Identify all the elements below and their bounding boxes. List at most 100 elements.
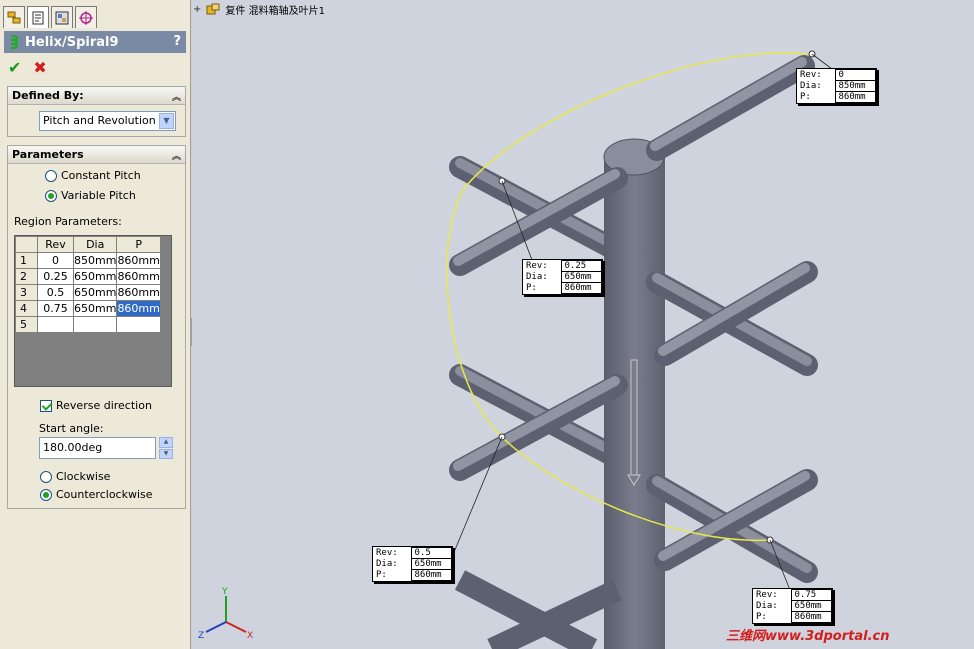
callout-p-value[interactable]: 860mm (834, 91, 876, 103)
callout-table: Rev: 0.5 Dia: 650mm P: 860mm (373, 547, 452, 581)
feature-tree-icon (7, 11, 21, 23)
feature-tree-root[interactable]: + 复件 混料箱轴及叶片1 (193, 2, 325, 17)
start-angle-spinner[interactable]: ▲ ▼ (159, 437, 173, 459)
collapse-icon[interactable]: ︽ (172, 90, 181, 103)
row-number[interactable]: 5 (15, 316, 38, 333)
rod-right-upper (646, 261, 818, 376)
row-number[interactable]: 2 (15, 268, 38, 285)
helix-icon (10, 35, 18, 49)
callout-p-value[interactable]: 860mm (790, 611, 832, 623)
callout-dia-label: Dia: (756, 601, 778, 611)
column-header-rev: Rev (37, 236, 74, 253)
leader-line (811, 53, 833, 70)
cell-dia[interactable]: 650mm (72, 300, 118, 317)
region-parameters-label: Region Parameters: (14, 215, 122, 228)
cell-p[interactable]: 860mm (116, 284, 161, 301)
defined-by-select[interactable]: Pitch and Revolution ▼ (39, 111, 176, 131)
callout-dia-label: Dia: (376, 559, 398, 569)
region-table: Rev Dia P 1 0 850mm 860mm 2 0.25 650mm 8… (15, 236, 161, 333)
tab-property-manager[interactable] (27, 6, 49, 28)
callout-rev-value[interactable]: 0 (834, 69, 876, 81)
cell-dia[interactable]: 850mm (72, 252, 118, 269)
help-button[interactable]: ? (173, 34, 181, 49)
rod-right-lower (646, 469, 818, 583)
constant-pitch-option[interactable]: Constant Pitch (45, 169, 141, 182)
cell-rev[interactable] (37, 316, 74, 333)
row-number[interactable]: 4 (15, 300, 38, 317)
tab-dimxpert[interactable] (75, 6, 97, 28)
constant-pitch-label: Constant Pitch (61, 169, 141, 182)
feature-title-bar: Helix/Spiral9 ? (4, 31, 186, 53)
region-parameters-grid: Rev Dia P 1 0 850mm 860mm 2 0.25 650mm 8… (14, 235, 172, 387)
triad-x-label: X (247, 631, 253, 641)
callout-rev-value[interactable]: 0.5 (410, 547, 452, 559)
cell-dia[interactable]: 650mm (72, 268, 118, 285)
counterclockwise-label: Counterclockwise (56, 488, 153, 501)
manager-tabs (3, 6, 97, 28)
callout-point-2[interactable]: Rev: 0.5 Dia: 650mm P: 860mm (372, 546, 453, 582)
cell-dia[interactable] (72, 316, 118, 333)
callout-dia-value[interactable]: 650mm (410, 558, 452, 570)
variable-pitch-radio[interactable] (45, 189, 57, 202)
start-angle-input[interactable]: 180.00deg (39, 437, 156, 459)
reverse-direction-checkbox[interactable] (40, 399, 52, 412)
spin-down-icon[interactable]: ▼ (159, 448, 173, 459)
callout-dia-value[interactable]: 850mm (834, 80, 876, 92)
ok-check-icon[interactable]: ✔ (8, 58, 21, 77)
cancel-x-icon[interactable]: ✖ (33, 58, 46, 77)
collapse-icon[interactable]: ︽ (172, 149, 181, 162)
variable-pitch-label: Variable Pitch (61, 189, 136, 202)
callout-point-3[interactable]: Rev: 0.75 Dia: 650mm P: 860mm (752, 588, 833, 624)
start-angle-label: Start angle: (39, 422, 104, 435)
cell-rev[interactable]: 0 (37, 252, 74, 269)
table-row: 1 0 850mm 860mm (15, 252, 161, 269)
callout-rev-value[interactable]: 0.75 (790, 589, 832, 601)
cell-p[interactable]: 860mm (116, 300, 161, 317)
clockwise-option[interactable]: Clockwise (40, 470, 110, 483)
row-number[interactable]: 3 (15, 284, 38, 301)
coordinate-triad: Y X Z (198, 587, 253, 641)
defined-by-title[interactable]: Defined By: ︽ (8, 87, 185, 105)
spin-up-icon[interactable]: ▲ (159, 437, 173, 448)
callout-dia-value[interactable]: 650mm (790, 600, 832, 612)
callout-dia-value[interactable]: 650mm (560, 271, 602, 283)
tab-configuration-manager[interactable] (51, 6, 73, 28)
corner-cell (15, 236, 38, 253)
cell-p[interactable]: 860mm (116, 252, 161, 269)
triad-y-label: Y (221, 587, 228, 597)
parameters-label: Parameters (12, 148, 84, 161)
row-number[interactable]: 1 (15, 252, 38, 269)
callout-p-value[interactable]: 860mm (410, 569, 452, 581)
constant-pitch-radio[interactable] (45, 169, 57, 182)
defined-by-value: Pitch and Revolution (43, 114, 156, 127)
callout-rev-value[interactable]: 0.25 (560, 260, 602, 272)
cell-p[interactable] (116, 316, 161, 333)
table-header-row: Rev Dia P (15, 236, 161, 253)
callout-table: Rev: 0.75 Dia: 650mm P: 860mm (753, 589, 832, 623)
reverse-direction-option[interactable]: Reverse direction (40, 399, 152, 412)
cell-rev[interactable]: 0.5 (37, 284, 74, 301)
crosshair-icon (79, 10, 93, 25)
cell-dia[interactable]: 650mm (72, 284, 118, 301)
reverse-direction-label: Reverse direction (56, 399, 152, 412)
parameters-title[interactable]: Parameters ︽ (8, 146, 185, 164)
callout-point-0[interactable]: Rev: 0 Dia: 850mm P: 860mm (796, 68, 877, 104)
clockwise-radio[interactable] (40, 470, 52, 483)
counterclockwise-option[interactable]: Counterclockwise (40, 488, 153, 501)
tab-feature-manager[interactable] (3, 6, 25, 28)
variable-pitch-option[interactable]: Variable Pitch (45, 189, 136, 202)
cell-p[interactable]: 860mm (116, 268, 161, 285)
feature-title: Helix/Spiral9 (25, 34, 119, 50)
cell-rev[interactable]: 0.75 (37, 300, 74, 317)
triad-z-label: Z (198, 631, 204, 641)
callout-p-value[interactable]: 860mm (560, 282, 602, 294)
callout-rev-label: Rev: (800, 70, 822, 80)
table-row: 4 0.75 650mm 860mm (15, 300, 161, 317)
rod-top-front (646, 55, 815, 161)
chevron-down-icon[interactable]: ▼ (159, 113, 174, 129)
column-header-dia: Dia (72, 236, 118, 253)
callout-point-1[interactable]: Rev: 0.25 Dia: 650mm P: 860mm (522, 259, 603, 295)
expand-icon[interactable]: + (193, 4, 201, 15)
counterclockwise-radio[interactable] (40, 488, 52, 501)
cell-rev[interactable]: 0.25 (37, 268, 74, 285)
